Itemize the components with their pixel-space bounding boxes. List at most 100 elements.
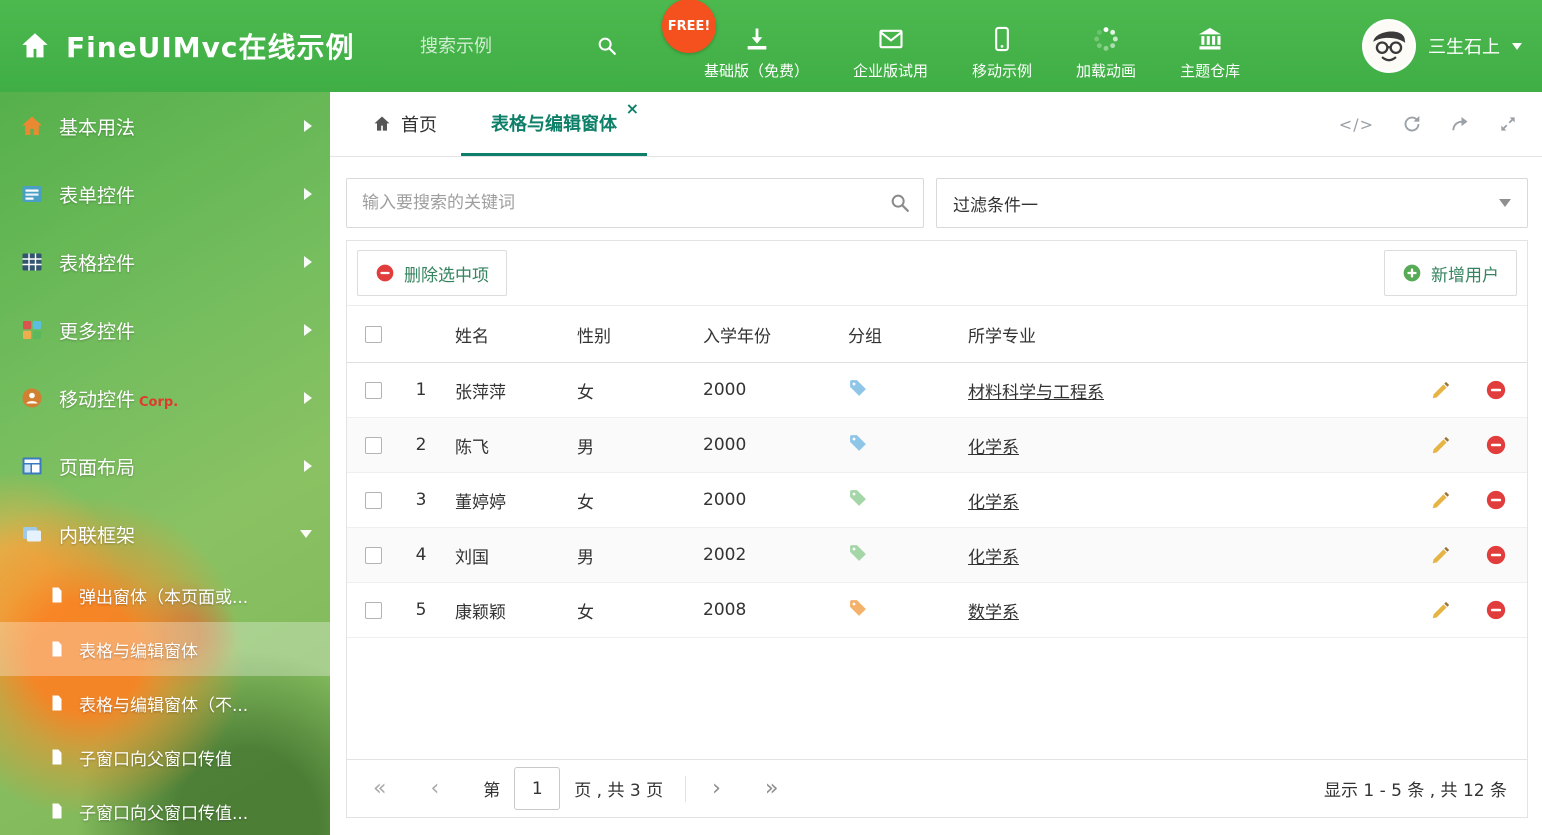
row-checkbox[interactable] [364, 546, 382, 564]
table-row: 5 康颖颖 女 2008 数学系 [347, 583, 1527, 638]
nav-label: 主题仓库 [1180, 62, 1241, 80]
page-number-input[interactable] [514, 767, 561, 810]
mobile-icon [988, 25, 1016, 53]
row-number: 1 [415, 380, 427, 400]
cell-gender: 女 [577, 602, 594, 623]
sidebar-item-iframe[interactable]: 内联框架 [0, 500, 330, 568]
sidebar-subitem-child-to-parent[interactable]: 子窗口向父窗口传值 [0, 730, 330, 784]
record-summary: 显示 1 - 5 条 , 共 12 条 [1323, 781, 1507, 801]
top-header: FineUIMvc在线示例 FREE! 基础版（免费） 企业版试用 移动示例 加… [0, 0, 1542, 92]
tag-icon[interactable] [848, 433, 868, 453]
column-header-gender: 性别 [577, 326, 611, 347]
row-checkbox[interactable] [364, 436, 382, 454]
major-link[interactable]: 化学系 [968, 493, 1019, 513]
chevron-right-icon [304, 324, 312, 336]
edit-icon[interactable] [1430, 489, 1452, 511]
sidebar-item-form-controls[interactable]: 表单控件 [0, 160, 330, 228]
chevron-right-icon [304, 188, 312, 200]
sidebar-item-mobile-controls[interactable]: 移动控件 Corp. [0, 364, 330, 432]
tag-icon[interactable] [848, 488, 868, 508]
free-badge: FREE! [662, 0, 716, 53]
first-page-icon[interactable]: « [373, 777, 386, 800]
keyword-search-input[interactable] [346, 178, 924, 228]
nav-loading-animation[interactable]: 加载动画 [1076, 11, 1136, 81]
cell-year: 2008 [703, 600, 747, 620]
app-home-icon [18, 29, 52, 63]
tab-tools: </> [1339, 92, 1542, 156]
sidebar-item-basic-usage[interactable]: 基本用法 [0, 92, 330, 160]
sidebar: 基本用法 表单控件 表格控件 更多控件 移动控件 Corp. 页面布局 内联框架… [0, 92, 330, 835]
add-user-button[interactable]: 新增用户 [1384, 250, 1517, 296]
search-icon[interactable] [889, 192, 911, 214]
tab-label: 首页 [401, 115, 437, 136]
expand-icon[interactable] [1498, 114, 1518, 134]
select-all-checkbox[interactable] [364, 325, 382, 343]
refresh-icon[interactable] [1402, 114, 1422, 134]
pagination-bar: « ‹ 第 页 , 共 3 页 › » 显示 1 - 5 条 , 共 12 条 [347, 759, 1527, 817]
tag-icon[interactable] [848, 598, 868, 618]
blocks-icon [20, 318, 44, 342]
tag-icon[interactable] [848, 543, 868, 563]
row-checkbox[interactable] [364, 381, 382, 399]
main-content: 首页 表格与编辑窗体 × </> 过滤条件一 [330, 92, 1542, 835]
edit-icon[interactable] [1430, 379, 1452, 401]
edit-icon[interactable] [1430, 599, 1452, 621]
edit-icon[interactable] [1430, 434, 1452, 456]
delete-icon[interactable] [1485, 599, 1507, 621]
sidebar-item-label: 更多控件 [59, 320, 136, 343]
home-icon [20, 114, 44, 138]
cell-name: 陈飞 [455, 437, 489, 458]
nav-label: 企业版试用 [853, 62, 929, 80]
code-icon[interactable]: </> [1339, 115, 1374, 134]
sidebar-item-page-layout[interactable]: 页面布局 [0, 432, 330, 500]
major-link[interactable]: 化学系 [968, 548, 1019, 568]
sidebar-item-label: 表单控件 [59, 184, 136, 207]
top-search-input[interactable] [420, 35, 550, 57]
keyword-search [346, 178, 924, 228]
sidebar-subitem-grid-edit-window[interactable]: 表格与编辑窗体 [0, 622, 330, 676]
major-link[interactable]: 化学系 [968, 438, 1019, 458]
sidebar-subitem-label: 子窗口向父窗口传值 [79, 749, 232, 770]
row-checkbox[interactable] [364, 491, 382, 509]
filter-dropdown[interactable]: 过滤条件一 [936, 178, 1528, 228]
delete-icon[interactable] [1485, 489, 1507, 511]
close-icon[interactable]: × [626, 101, 639, 117]
next-page-icon[interactable]: › [712, 777, 721, 800]
sidebar-subitem-child-to-parent-2[interactable]: 子窗口向父窗口传值... [0, 784, 330, 835]
form-icon [20, 182, 44, 206]
major-link[interactable]: 材料科学与工程系 [968, 383, 1104, 403]
sidebar-item-label: 表格控件 [59, 252, 136, 275]
delete-selected-button[interactable]: 删除选中项 [357, 250, 507, 296]
tab-grid-edit-window[interactable]: 表格与编辑窗体 × [461, 92, 647, 156]
row-checkbox[interactable] [364, 601, 382, 619]
delete-icon[interactable] [1485, 544, 1507, 566]
nav-basic-free[interactable]: FREE! 基础版（免费） [662, 0, 809, 81]
delete-icon[interactable] [1485, 434, 1507, 456]
sidebar-item-grid-controls[interactable]: 表格控件 [0, 228, 330, 296]
nav-theme-repo[interactable]: 主题仓库 [1180, 11, 1240, 81]
prev-page-icon[interactable]: ‹ [430, 777, 439, 800]
user-menu[interactable]: 三生石上 [1362, 19, 1542, 73]
sidebar-item-label: 页面布局 [59, 456, 136, 479]
sidebar-subitem-popup-window[interactable]: 弹出窗体（本页面或... [0, 568, 330, 622]
sidebar-item-more-controls[interactable]: 更多控件 [0, 296, 330, 364]
edit-icon[interactable] [1430, 544, 1452, 566]
major-link[interactable]: 数学系 [968, 603, 1019, 623]
tag-icon[interactable] [848, 378, 868, 398]
chevron-down-icon [1499, 199, 1511, 207]
brand[interactable]: FineUIMvc在线示例 [0, 26, 420, 66]
button-label: 新增用户 [1431, 265, 1499, 286]
cell-year: 2000 [703, 435, 747, 455]
delete-icon[interactable] [1485, 379, 1507, 401]
last-page-icon[interactable]: » [765, 777, 778, 800]
tab-home[interactable]: 首页 [348, 92, 461, 156]
nav-mobile-demo[interactable]: 移动示例 [972, 11, 1032, 81]
share-icon[interactable] [1450, 114, 1470, 134]
search-icon[interactable] [596, 35, 618, 57]
sidebar-subitem-grid-edit-window-2[interactable]: 表格与编辑窗体（不... [0, 676, 330, 730]
column-header-group: 分组 [848, 326, 882, 347]
top-nav: FREE! 基础版（免费） 企业版试用 移动示例 加载动画 主题仓库 [662, 0, 1240, 81]
mobile-icon [20, 386, 44, 410]
nav-enterprise-trial[interactable]: 企业版试用 [853, 11, 928, 81]
grid-icon [20, 250, 44, 274]
